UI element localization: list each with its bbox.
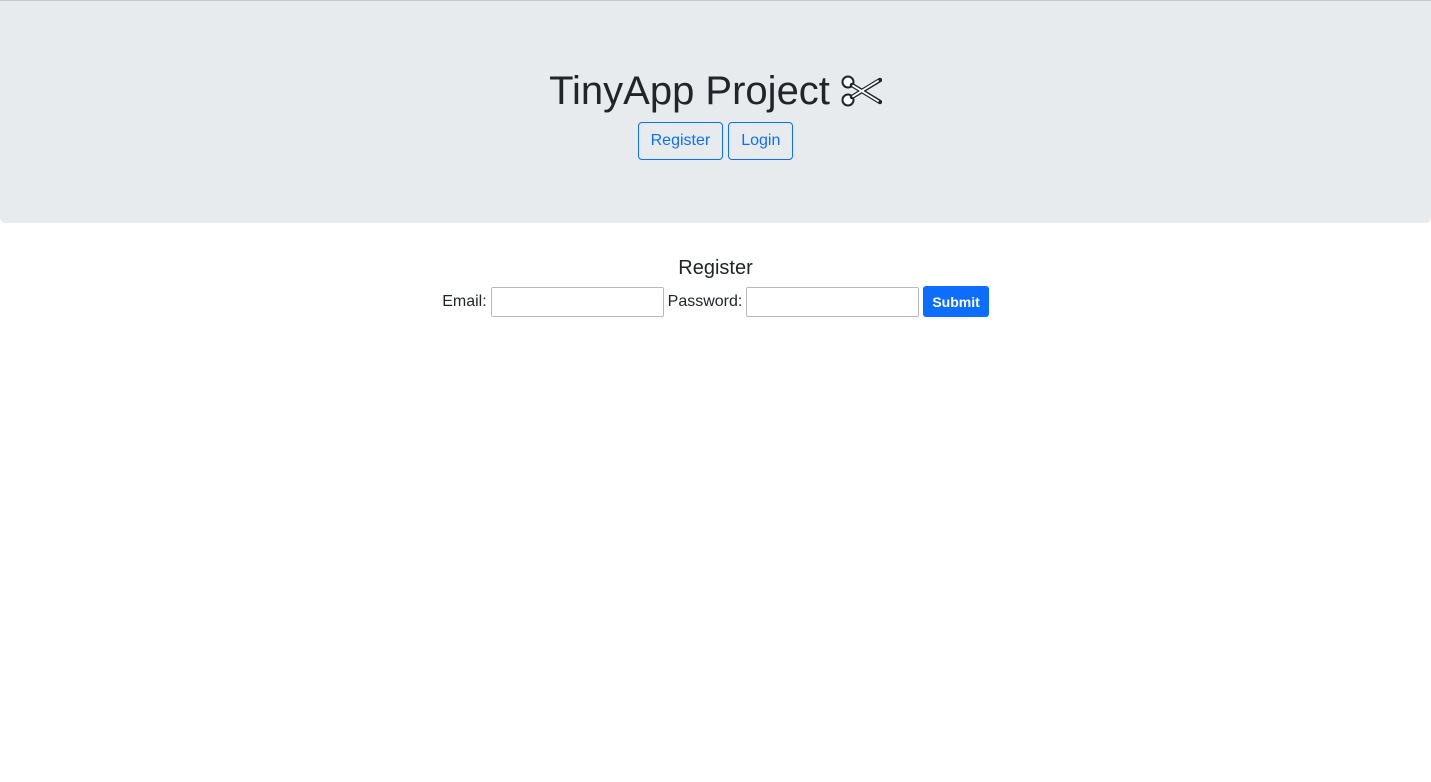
scissors-icon: [840, 73, 882, 109]
register-nav-button[interactable]: Register: [637, 122, 724, 160]
page-title-text: TinyApp Project: [549, 69, 830, 113]
register-section: Register Email: Password: Submit: [0, 223, 1431, 317]
email-field[interactable]: [490, 286, 664, 317]
login-nav-button[interactable]: Login: [728, 122, 794, 160]
password-field[interactable]: [746, 286, 920, 317]
email-label: Email:: [442, 292, 487, 310]
submit-button[interactable]: Submit: [923, 286, 989, 317]
register-heading: Register: [678, 257, 753, 279]
header-jumbotron: TinyApp Project Register Login: [0, 1, 1431, 223]
page-title: TinyApp Project: [549, 67, 882, 115]
header-nav: Register Login: [0, 122, 1431, 160]
register-form: Email: Password: Submit: [0, 286, 1431, 317]
page: TinyApp Project Register Login Register …: [0, 0, 1431, 782]
password-label: Password:: [667, 292, 743, 310]
